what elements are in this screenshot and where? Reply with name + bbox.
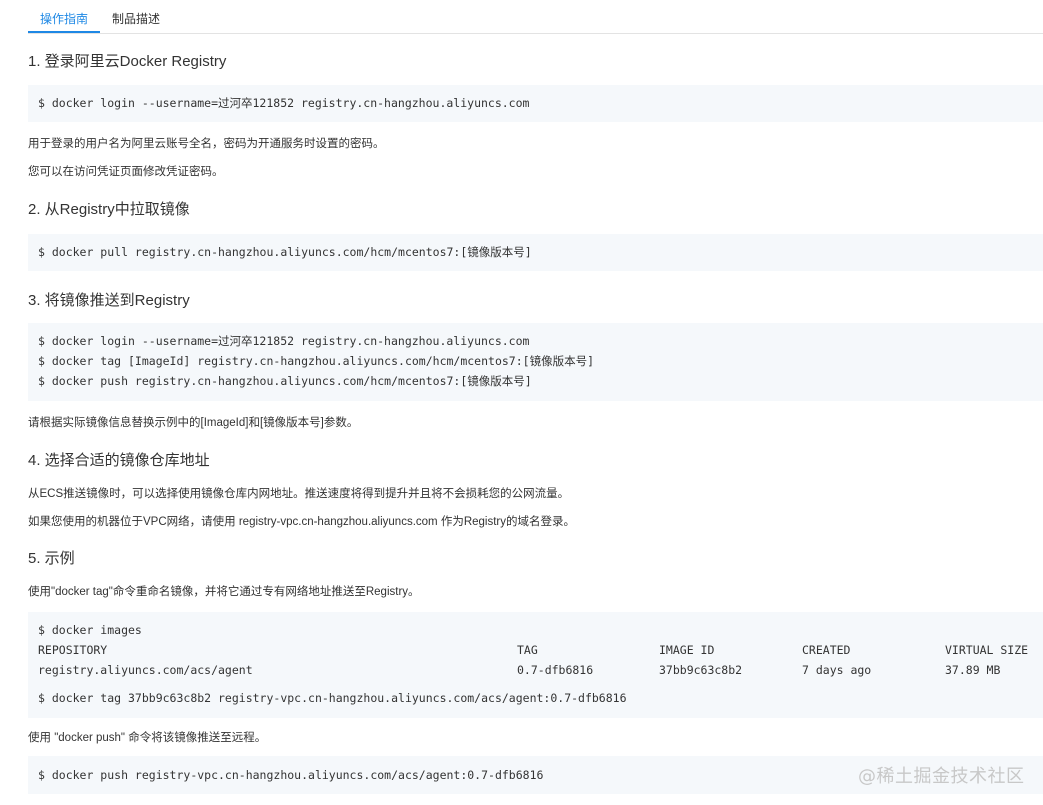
vpc-note: 如果您使用的机器位于VPC网络，请使用 registry-vpc.cn-hang…: [28, 516, 575, 528]
section-2-title: 2. 从Registry中拉取镜像: [28, 201, 190, 218]
code-block-pull: $ docker pull registry.cn-hangzhou.aliyu…: [28, 234, 1043, 271]
table-header-virtual-size: VIRTUAL SIZE: [945, 643, 1029, 657]
tab-product-description[interactable]: 制品描述: [112, 12, 160, 26]
table-cell-image-id: 37bb9c63c8b2: [659, 663, 743, 677]
code-line: $ docker login --username=过河卒121852 regi…: [38, 96, 530, 110]
code-line: $ docker tag 37bb9c63c8b2 registry-vpc.c…: [38, 691, 627, 705]
code-line: $ docker push registry-vpc.cn-hangzhou.a…: [38, 768, 544, 782]
push-note: 使用 "docker push" 命令将该镜像推送至远程。: [28, 732, 267, 744]
table-header-image-id: IMAGE ID: [659, 643, 715, 657]
table-cell-tag: 0.7-dfb6816: [517, 663, 594, 677]
code-line: $ docker pull registry.cn-hangzhou.aliyu…: [38, 245, 532, 259]
code-line: $ docker push registry.cn-hangzhou.aliyu…: [38, 374, 532, 388]
table-header-created: CREATED: [802, 643, 851, 657]
section-3-title: 3. 将镜像推送到Registry: [28, 292, 190, 309]
code-line: $ docker images: [38, 623, 142, 637]
table-header-repository: REPOSITORY: [38, 643, 108, 657]
table-cell-repository: registry.aliyuncs.com/acs/agent: [38, 663, 253, 677]
active-tab-indicator: [28, 31, 100, 33]
table-cell-created: 7 days ago: [802, 663, 872, 677]
section-5-title: 5. 示例: [28, 550, 75, 567]
table-cell-virtual-size: 37.89 MB: [945, 663, 1001, 677]
code-block-login: $ docker login --username=过河卒121852 regi…: [28, 85, 1043, 122]
code-line: $ docker tag [ImageId] registry.cn-hangz…: [38, 354, 594, 368]
table-header-tag: TAG: [517, 643, 538, 657]
login-note: 用于登录的用户名为阿里云账号全名，密码为开通服务时设置的密码。: [28, 138, 385, 150]
watermark: @稀土掘金技术社区: [858, 766, 1025, 787]
tab-bar: 操作指南 制品描述: [28, 0, 1043, 34]
section-1-title: 1. 登录阿里云Docker Registry: [28, 53, 227, 70]
code-block-push: $ docker login --username=过河卒121852 regi…: [28, 323, 1043, 401]
code-line: $ docker login --username=过河卒121852 regi…: [38, 334, 530, 348]
tab-operation-guide[interactable]: 操作指南: [40, 12, 88, 26]
ecs-note: 从ECS推送镜像时，可以选择使用镜像仓库内网地址。推送速度将得到提升并且将不会损…: [28, 488, 570, 500]
example-intro: 使用"docker tag"命令重命名镜像，并将它通过专有网络地址推送至Regi…: [28, 586, 420, 598]
code-block-example: $ docker images REPOSITORY TAG IMAGE ID …: [28, 612, 1043, 718]
replace-params-note: 请根据实际镜像信息替换示例中的[ImageId]和[镜像版本号]参数。: [28, 417, 359, 429]
credential-note: 您可以在访问凭证页面修改凭证密码。: [28, 166, 224, 178]
section-4-title: 4. 选择合适的镜像仓库地址: [28, 452, 210, 469]
